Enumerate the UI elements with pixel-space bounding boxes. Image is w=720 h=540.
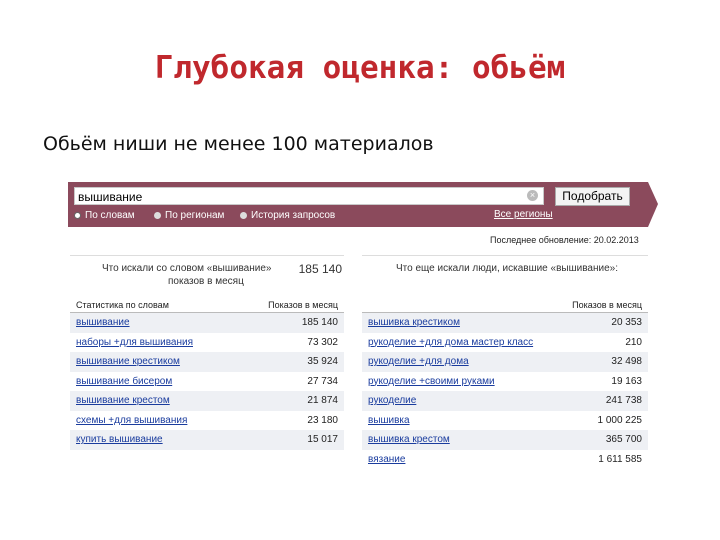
table-row: вышивание крестом 21 874 [70, 391, 344, 411]
table-row: наборы +для вышивания 73 302 [76, 336, 338, 348]
search-input[interactable]: вышивание × [74, 187, 544, 205]
radio-by-words[interactable]: По словам [74, 210, 135, 221]
right-table-columns: Показов в месяц [362, 298, 648, 313]
table-row: схемы +для вышивания 23 180 [76, 414, 338, 426]
radio-selected-icon [74, 212, 81, 219]
all-regions-link[interactable]: Все регионы [494, 209, 553, 220]
table-row: вышивка 1 000 225 [368, 414, 642, 426]
table-row: вышивка крестиком 20 353 [362, 313, 648, 333]
left-table-rows: вышивание 185 140 наборы +для вышивания 73… [70, 313, 344, 450]
table-row: рукоделие 241 738 [362, 391, 648, 411]
table-row: вязание 1 611 585 [368, 453, 642, 465]
slide-title: Глубокая оценка: обьём [154, 50, 566, 86]
search-query: вышивание [78, 190, 143, 204]
slide-subtitle: Обьём ниши не менее 100 материалов [43, 133, 434, 155]
left-table-heading: Что искали со словом «вышивание» показов… [102, 262, 342, 287]
right-table-heading: Что еще искали люди, искавшие «вышивание… [396, 263, 618, 274]
search-bar-arrow [648, 182, 658, 227]
right-table-rows: вышивка крестиком 20 353 рукоделие +для д… [362, 313, 648, 469]
search-button[interactable]: Подобрать [555, 187, 630, 206]
radio-history[interactable]: История запросов [240, 210, 335, 221]
radio-by-regions[interactable]: По регионам [154, 210, 224, 221]
last-updated: Последнее обновление: 20.02.2013 [490, 235, 639, 245]
clear-icon[interactable]: × [527, 190, 538, 201]
table-row: рукоделие +для дома мастер класс 210 [368, 336, 642, 348]
search-bar: вышивание × Подобрать По словам По регио… [68, 182, 658, 227]
radio-icon [154, 212, 161, 219]
table-row: вышивка крестом 365 700 [362, 430, 648, 450]
table-row: вышивание 185 140 [70, 313, 344, 333]
radio-icon [240, 212, 247, 219]
table-row: вышивание бисером 27 734 [76, 375, 338, 387]
left-stats-table: Что искали со словом «вышивание» показов… [70, 255, 344, 456]
table-row: вышивание крестиком 35 924 [70, 352, 344, 372]
table-row: купить вышивание 15 017 [70, 430, 344, 450]
table-row: рукоделие +для дома 32 498 [362, 352, 648, 372]
right-stats-table: Что еще искали люди, искавшие «вышивание… [362, 255, 648, 465]
left-table-total: 185 140 [298, 262, 342, 276]
left-table-columns: Статистика по словам Показов в месяц [70, 298, 344, 313]
table-row: рукоделие +своими руками 19 163 [368, 375, 642, 387]
